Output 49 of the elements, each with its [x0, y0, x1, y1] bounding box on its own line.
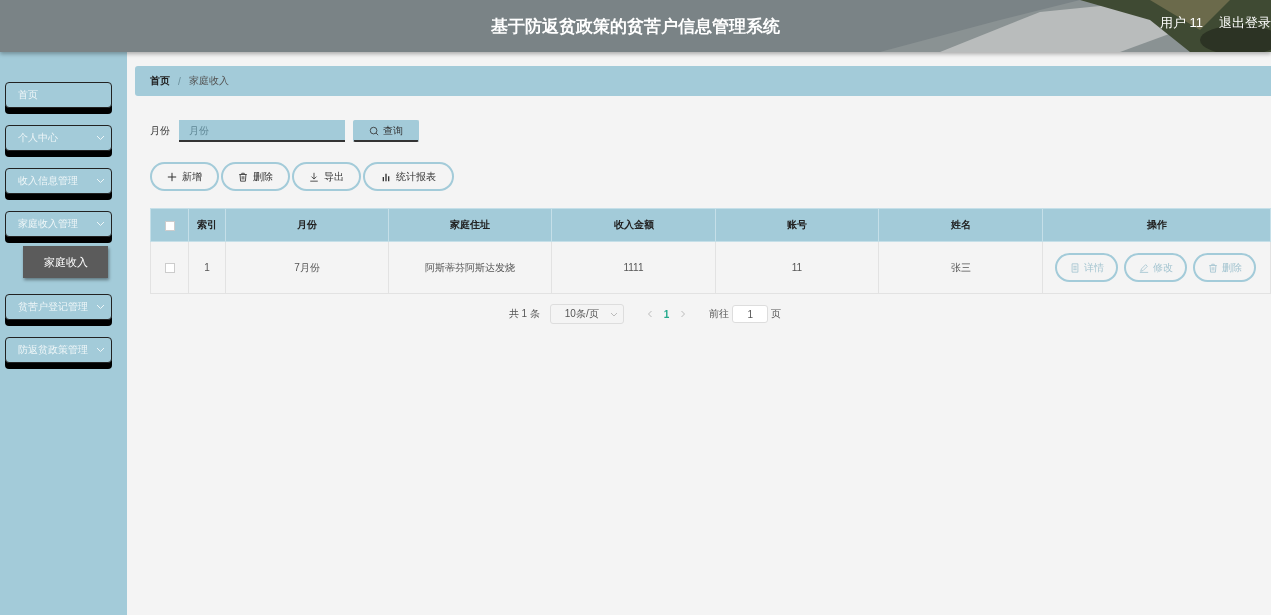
goto-label: 前往: [709, 307, 730, 321]
chevron-down-icon: [96, 221, 105, 227]
goto-suffix: 页: [771, 307, 782, 321]
download-icon: [309, 171, 319, 182]
column-header: 家庭住址: [388, 208, 552, 242]
chevron-down-icon: [609, 310, 618, 318]
table-cell: 11: [715, 241, 879, 294]
breadcrumb-item[interactable]: 首页: [150, 74, 170, 88]
trash-icon: [238, 171, 248, 182]
row-checkbox[interactable]: [164, 263, 175, 274]
page-input[interactable]: 1: [732, 305, 769, 323]
search-button[interactable]: 查询: [353, 120, 419, 142]
chevron-down-icon: [96, 178, 105, 184]
next-page-icon[interactable]: [679, 310, 688, 318]
document-icon: [1069, 262, 1080, 273]
table-cell: 张三: [878, 241, 1043, 294]
pencil-icon: [1138, 262, 1149, 273]
total-count: 共 1 条: [508, 307, 540, 321]
toolbar-button[interactable]: 导出: [292, 162, 361, 191]
logout-link[interactable]: 退出登录: [1219, 14, 1271, 32]
breadcrumb-separator: /: [178, 75, 181, 87]
column-header: 月份: [225, 208, 389, 242]
field-label: 月份: [150, 124, 170, 138]
page-size-select[interactable]: 10条/页: [549, 304, 624, 324]
table-cell: 阿斯蒂芬阿斯达发烧: [388, 241, 552, 294]
submenu-item[interactable]: 家庭收入: [23, 246, 108, 278]
column-header: 操作: [1042, 208, 1271, 242]
breadcrumb-item: 家庭收入: [188, 74, 229, 88]
toolbar-button[interactable]: 统计报表: [363, 162, 454, 191]
chevron-down-icon: [96, 135, 105, 141]
month-field[interactable]: 月份: [179, 120, 345, 142]
table-cell: 1: [188, 241, 226, 294]
trash-icon: [1207, 262, 1218, 273]
app-title: 基于防返贫政策的贫苦户信息管理系统: [491, 15, 780, 38]
chevron-down-icon: [96, 304, 105, 310]
table-cell: 1111: [551, 241, 716, 294]
chevron-down-icon: [96, 347, 105, 353]
column-header: 姓名: [878, 208, 1043, 242]
bar-chart-icon: [381, 171, 391, 182]
search-icon: [369, 125, 379, 136]
column-header: 收入金额: [551, 208, 716, 242]
plus-icon: [167, 171, 177, 182]
table-cell: 7月份: [225, 241, 389, 294]
toolbar-button[interactable]: 删除: [221, 162, 290, 191]
previous-page-icon[interactable]: [645, 310, 654, 318]
toolbar-button[interactable]: 新增: [150, 162, 219, 191]
column-header: 账号: [715, 208, 879, 242]
column-header: 索引: [188, 208, 226, 242]
select-all-checkbox[interactable]: [164, 220, 175, 231]
